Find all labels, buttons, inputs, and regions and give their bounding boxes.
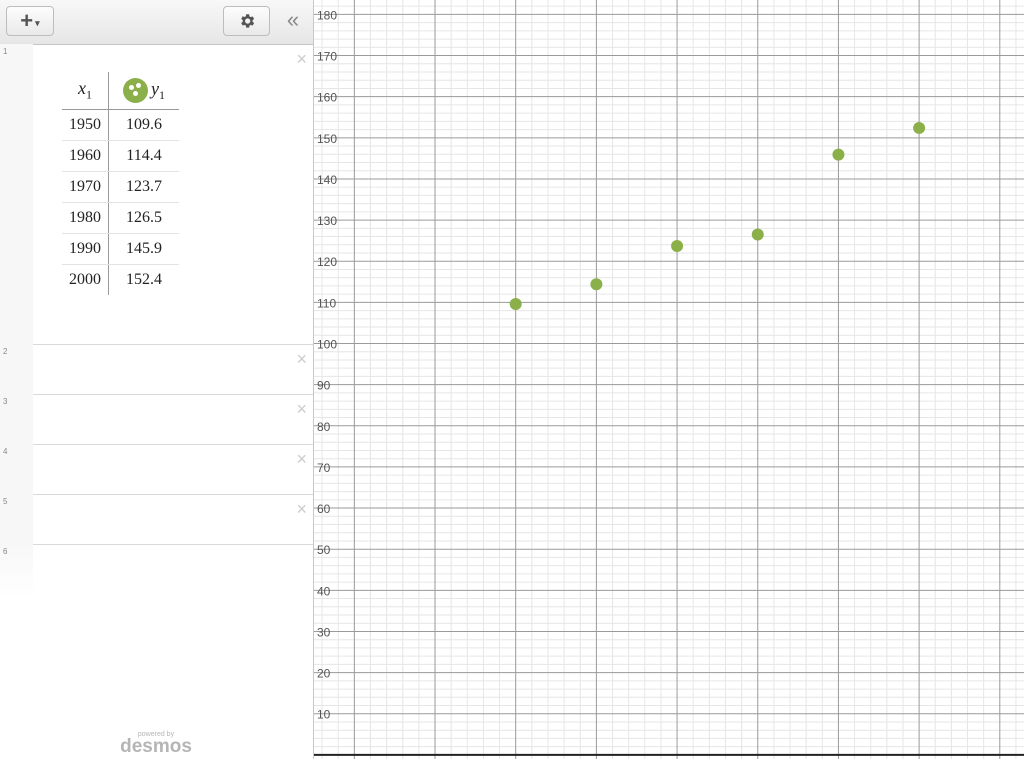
expression-number: 1 [3, 47, 8, 56]
delete-icon[interactable]: × [296, 500, 307, 518]
gear-icon [240, 14, 254, 28]
delete-icon[interactable]: × [296, 400, 307, 418]
table-cell-x[interactable]: 2000 [62, 264, 109, 295]
expression-row[interactable]: 4 × [0, 444, 313, 495]
expression-panel: + ▾ « 1 × x1 y1 1950 109.6 1960 114.4 1970 1… [0, 0, 314, 759]
data-point[interactable] [509, 298, 522, 311]
table-cell-y[interactable]: 152.4 [109, 265, 180, 296]
y-tick-label: 150 [317, 132, 337, 146]
delete-icon[interactable]: × [296, 50, 307, 68]
expression-row[interactable]: 3 × [0, 394, 313, 445]
y-tick-label: 130 [317, 214, 337, 228]
expression-number: 4 [3, 447, 8, 456]
data-point[interactable] [671, 240, 684, 253]
table-cell-x[interactable]: 1960 [62, 140, 109, 172]
table-cell-y[interactable]: 145.9 [108, 233, 179, 265]
collapse-panel-button[interactable]: « [283, 9, 303, 35]
expression-gutter [0, 44, 33, 344]
table-row: 1960 114.4 [62, 140, 179, 172]
expression-toolbar: + ▾ « [0, 0, 313, 45]
expression-row-new[interactable]: 6 [0, 544, 313, 599]
graph-canvas[interactable]: 1930194019501960197019801990200020101020… [314, 0, 1024, 759]
y-tick-label: 20 [317, 667, 331, 681]
data-point[interactable] [751, 228, 764, 241]
y-tick-label: 30 [317, 625, 331, 639]
caret-down-icon: ▾ [35, 17, 40, 28]
y-tick-label: 110 [317, 296, 336, 310]
y-tick-label: 180 [317, 8, 337, 22]
settings-button[interactable] [223, 6, 270, 36]
y-tick-label: 100 [317, 338, 337, 352]
data-point[interactable] [832, 148, 845, 161]
y-tick-label: 170 [317, 50, 337, 64]
desmos-logo[interactable]: powered by desmos [120, 731, 192, 756]
y-tick-label: 160 [317, 91, 337, 105]
expression-number: 3 [3, 397, 8, 406]
y-tick-label: 70 [317, 461, 331, 475]
table-cell-y[interactable]: 126.5 [108, 202, 179, 234]
data-point[interactable] [913, 121, 926, 134]
table-row: 2000 152.4 [62, 264, 180, 296]
table-cell-x[interactable]: 1950 [62, 109, 109, 141]
y-tick-label: 50 [317, 543, 331, 557]
delete-icon[interactable]: × [296, 450, 307, 468]
table-cell-x[interactable]: 1990 [62, 233, 109, 265]
table-header-row: x1 y1 [62, 72, 179, 110]
add-item-button[interactable]: + ▾ [6, 6, 54, 36]
expression-number: 2 [3, 347, 8, 356]
plus-icon: + [20, 8, 34, 33]
table-cell-x[interactable]: 1970 [62, 171, 109, 203]
delete-icon[interactable]: × [296, 350, 307, 368]
data-table: x1 y1 1950 109.6 1960 114.4 1970 123.7 1980… [62, 72, 179, 295]
expression-row[interactable]: 2 × [0, 344, 313, 395]
table-header-x[interactable]: x1 [62, 72, 109, 110]
y-tick-label: 90 [317, 379, 331, 393]
point-style-icon[interactable] [123, 77, 148, 103]
y-tick-label: 40 [317, 584, 331, 598]
expression-row[interactable]: 5 × [0, 494, 313, 545]
table-row: 1970 123.7 [62, 171, 179, 203]
table-cell-y[interactable]: 109.6 [108, 109, 179, 141]
table-cell-y[interactable]: 123.7 [108, 171, 179, 203]
data-point[interactable] [590, 278, 603, 291]
table-row: 1950 109.6 [62, 109, 179, 141]
table-cell-x[interactable]: 1980 [62, 202, 109, 234]
y-tick-label: 120 [317, 255, 337, 269]
y-tick-label: 60 [317, 502, 331, 516]
table-row: 1990 145.9 [62, 233, 179, 265]
expression-number: 6 [3, 547, 8, 556]
expression-number: 5 [3, 497, 8, 506]
y-tick-label: 140 [317, 173, 337, 187]
y-tick-label: 10 [317, 708, 331, 722]
table-header-y[interactable]: y1 [108, 72, 179, 110]
table-cell-y[interactable]: 114.4 [108, 140, 179, 172]
table-row: 1980 126.5 [62, 202, 179, 234]
y-tick-label: 80 [317, 420, 331, 434]
